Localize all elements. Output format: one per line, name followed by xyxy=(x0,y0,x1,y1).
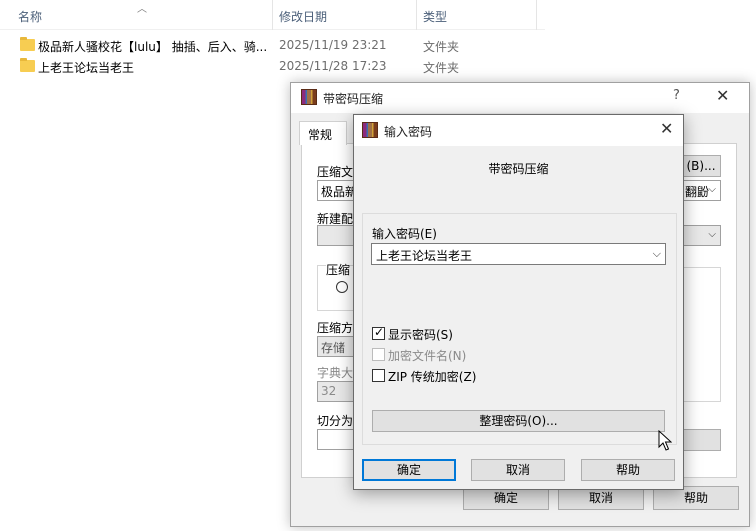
archive-name-label: 压缩文 xyxy=(317,165,354,179)
ok-button[interactable]: 确定 xyxy=(362,459,456,481)
profile-select[interactable] xyxy=(317,225,357,246)
password-input[interactable]: 上老王论坛当老王 ⌵ xyxy=(371,243,666,265)
browse-button[interactable]: (B)... xyxy=(681,155,721,177)
column-name-header[interactable]: 名称 xyxy=(18,8,42,25)
help-icon[interactable]: ? xyxy=(673,88,680,103)
chevron-down-icon: ⌵ xyxy=(708,184,716,195)
dictionary-select[interactable]: 32 xyxy=(317,381,357,402)
chevron-down-icon: ⌵ xyxy=(708,229,716,240)
checkbox-box[interactable] xyxy=(372,369,385,382)
folder-icon xyxy=(20,58,35,72)
checkbox-label: 显示密码(S) xyxy=(388,328,453,342)
dialog-titlebar: 带密码压缩 ? ✕ xyxy=(291,83,749,113)
method-select[interactable]: 存储 xyxy=(317,336,357,357)
column-divider[interactable] xyxy=(536,0,537,30)
checkbox-label: ZIP 传统加密(Z) xyxy=(388,370,477,384)
password-label: 输入密码(E) xyxy=(372,227,437,241)
column-type-header[interactable]: 类型 xyxy=(423,8,447,25)
cancel-button[interactable]: 取消 xyxy=(471,459,565,481)
file-type: 文件夹 xyxy=(423,40,460,54)
file-date: 2025/11/19 23:21 xyxy=(279,38,387,52)
dialog-titlebar: 输入密码 ✕ xyxy=(354,115,683,146)
file-date: 2025/11/28 17:23 xyxy=(279,59,387,73)
archive-name-input[interactable]: 极品新 xyxy=(317,180,357,201)
organize-passwords-button[interactable]: 整理密码(O)... xyxy=(372,410,665,432)
dictionary-label: 字典大 xyxy=(317,366,354,380)
update-mode-select[interactable]: 翻鼢 ⌵ xyxy=(681,180,721,201)
dialog-header-title: 带密码压缩 xyxy=(488,162,549,176)
checkbox-label: 加密文件名(N) xyxy=(388,349,467,363)
close-icon[interactable]: ✕ xyxy=(660,119,673,138)
dialog-header xyxy=(354,146,683,212)
options-select[interactable]: ⌵ xyxy=(681,225,721,246)
file-type: 文件夹 xyxy=(423,61,460,75)
tab-general[interactable]: 常规 xyxy=(299,121,347,145)
options-groupbox xyxy=(681,267,721,402)
split-label: 切分为 xyxy=(317,414,354,428)
folder-icon xyxy=(20,37,35,51)
password-value: 上老王论坛当老王 xyxy=(376,249,473,263)
winrar-icon xyxy=(362,122,378,138)
file-name: 上老王论坛当老王 xyxy=(38,61,135,75)
winrar-icon xyxy=(301,89,317,105)
file-list-header: ︿ 名称 修改日期 类型 xyxy=(0,0,545,30)
split-input[interactable] xyxy=(317,429,357,450)
checkbox-box[interactable] xyxy=(372,325,385,340)
column-divider[interactable] xyxy=(272,0,273,30)
update-mode-value: 翻鼢 xyxy=(685,185,710,199)
dialog-title: 带密码压缩 xyxy=(323,92,384,106)
mouse-cursor-icon xyxy=(658,430,672,451)
checkbox-box xyxy=(372,348,385,361)
format-radio[interactable] xyxy=(336,281,348,293)
file-row[interactable]: 上老王论坛当老王 2025/11/28 17:23 文件夹 xyxy=(0,56,545,78)
enter-password-dialog: 输入密码 ✕ 带密码压缩 输入密码(E) 上老王论坛当老王 ⌵ 显示密码(S) … xyxy=(353,114,684,490)
format-group-label: 压缩 xyxy=(326,261,351,278)
help-button[interactable]: 帮助 xyxy=(581,459,675,481)
file-name: 极品新人骚校花【lulu】 抽插、后入、骑... xyxy=(38,40,268,54)
column-date-header[interactable]: 修改日期 xyxy=(279,8,327,25)
file-row[interactable]: 极品新人骚校花【lulu】 抽插、后入、骑... 2025/11/19 23:2… xyxy=(0,35,545,57)
dialog-title: 输入密码 xyxy=(384,125,433,139)
column-divider[interactable] xyxy=(416,0,417,30)
chevron-down-icon[interactable]: ⌵ xyxy=(653,247,661,261)
sort-ascending-icon: ︿ xyxy=(137,4,147,15)
method-label: 压缩方 xyxy=(317,321,354,335)
close-icon[interactable]: ✕ xyxy=(716,86,729,105)
